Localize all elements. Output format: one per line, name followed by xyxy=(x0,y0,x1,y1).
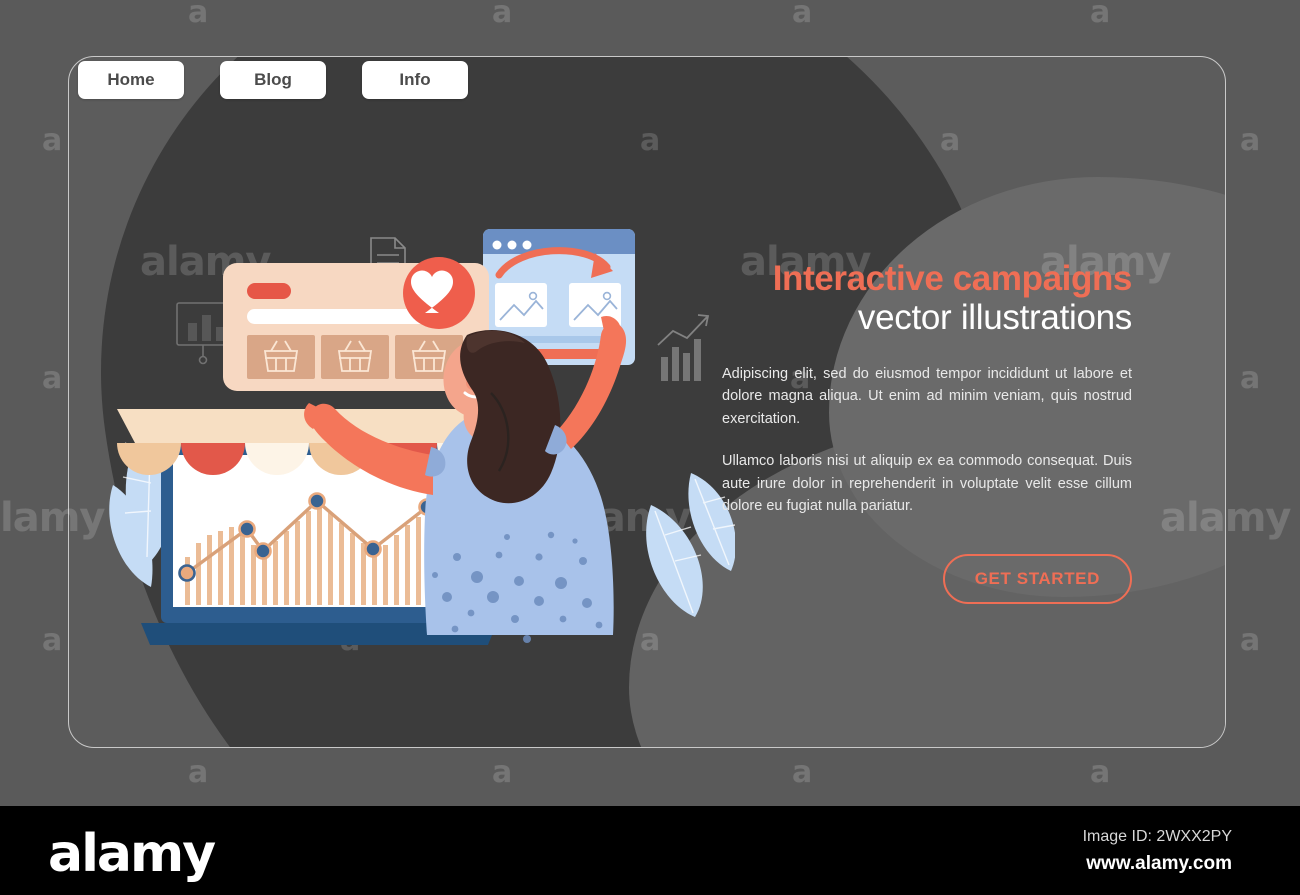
watermark-letter: a xyxy=(188,0,208,30)
illustration-svg xyxy=(109,229,737,669)
hero-heading-secondary: vector illustrations xyxy=(857,297,1132,337)
hero-copy: Interactive campaigns vector illustratio… xyxy=(722,260,1132,604)
watermark-letter: a xyxy=(492,755,512,790)
watermark-letter: a xyxy=(42,361,62,396)
nav-item-info[interactable]: Info xyxy=(362,61,468,99)
watermark-letter: a xyxy=(1090,755,1110,790)
watermark-letter: a xyxy=(42,623,62,658)
watermark-letter: a xyxy=(792,0,812,30)
watermark-letter: a xyxy=(1240,123,1260,158)
watermark-letter: a xyxy=(1240,623,1260,658)
image-placeholder-icon xyxy=(495,283,547,327)
presentation-chart-icon xyxy=(176,302,230,365)
hero-heading-primary: Interactive campaigns xyxy=(772,259,1133,298)
screenshot-root: Home Blog Info Interactive campaigns vec… xyxy=(0,0,1300,895)
alamy-url-label: www.alamy.com xyxy=(1086,853,1232,874)
nav-item-home[interactable]: Home xyxy=(78,61,184,99)
alamy-footer-bar: alamy Image ID: 2WXX2PY www.alamy.com xyxy=(0,806,1300,895)
card-tag xyxy=(247,283,291,299)
heart-badge xyxy=(403,257,475,329)
watermark-letter: a xyxy=(42,123,62,158)
nav-item-blog[interactable]: Blog xyxy=(220,61,326,99)
main-navigation: Home Blog Info xyxy=(78,61,468,99)
hero-illustration xyxy=(95,205,737,669)
watermark-letter: a xyxy=(1090,0,1110,30)
watermark-letter: a xyxy=(792,755,812,790)
watermark-letter: a xyxy=(188,755,208,790)
cta-container: GET STARTED xyxy=(722,553,1132,604)
get-started-button[interactable]: GET STARTED xyxy=(942,553,1132,604)
hero-paragraph-2: Ullamco laboris nisi ut aliquip ex ea co… xyxy=(722,453,1132,515)
hero-paragraph-1: Adipiscing elit, sed do eiusmod tempor i… xyxy=(722,365,1132,427)
alamy-logo: alamy xyxy=(48,824,216,884)
growth-chart-icon xyxy=(657,314,710,381)
watermark-letter: a xyxy=(1240,361,1260,396)
watermark-letter: a xyxy=(492,0,512,30)
image-id-label: Image ID: 2WXX2PY xyxy=(1082,828,1232,845)
